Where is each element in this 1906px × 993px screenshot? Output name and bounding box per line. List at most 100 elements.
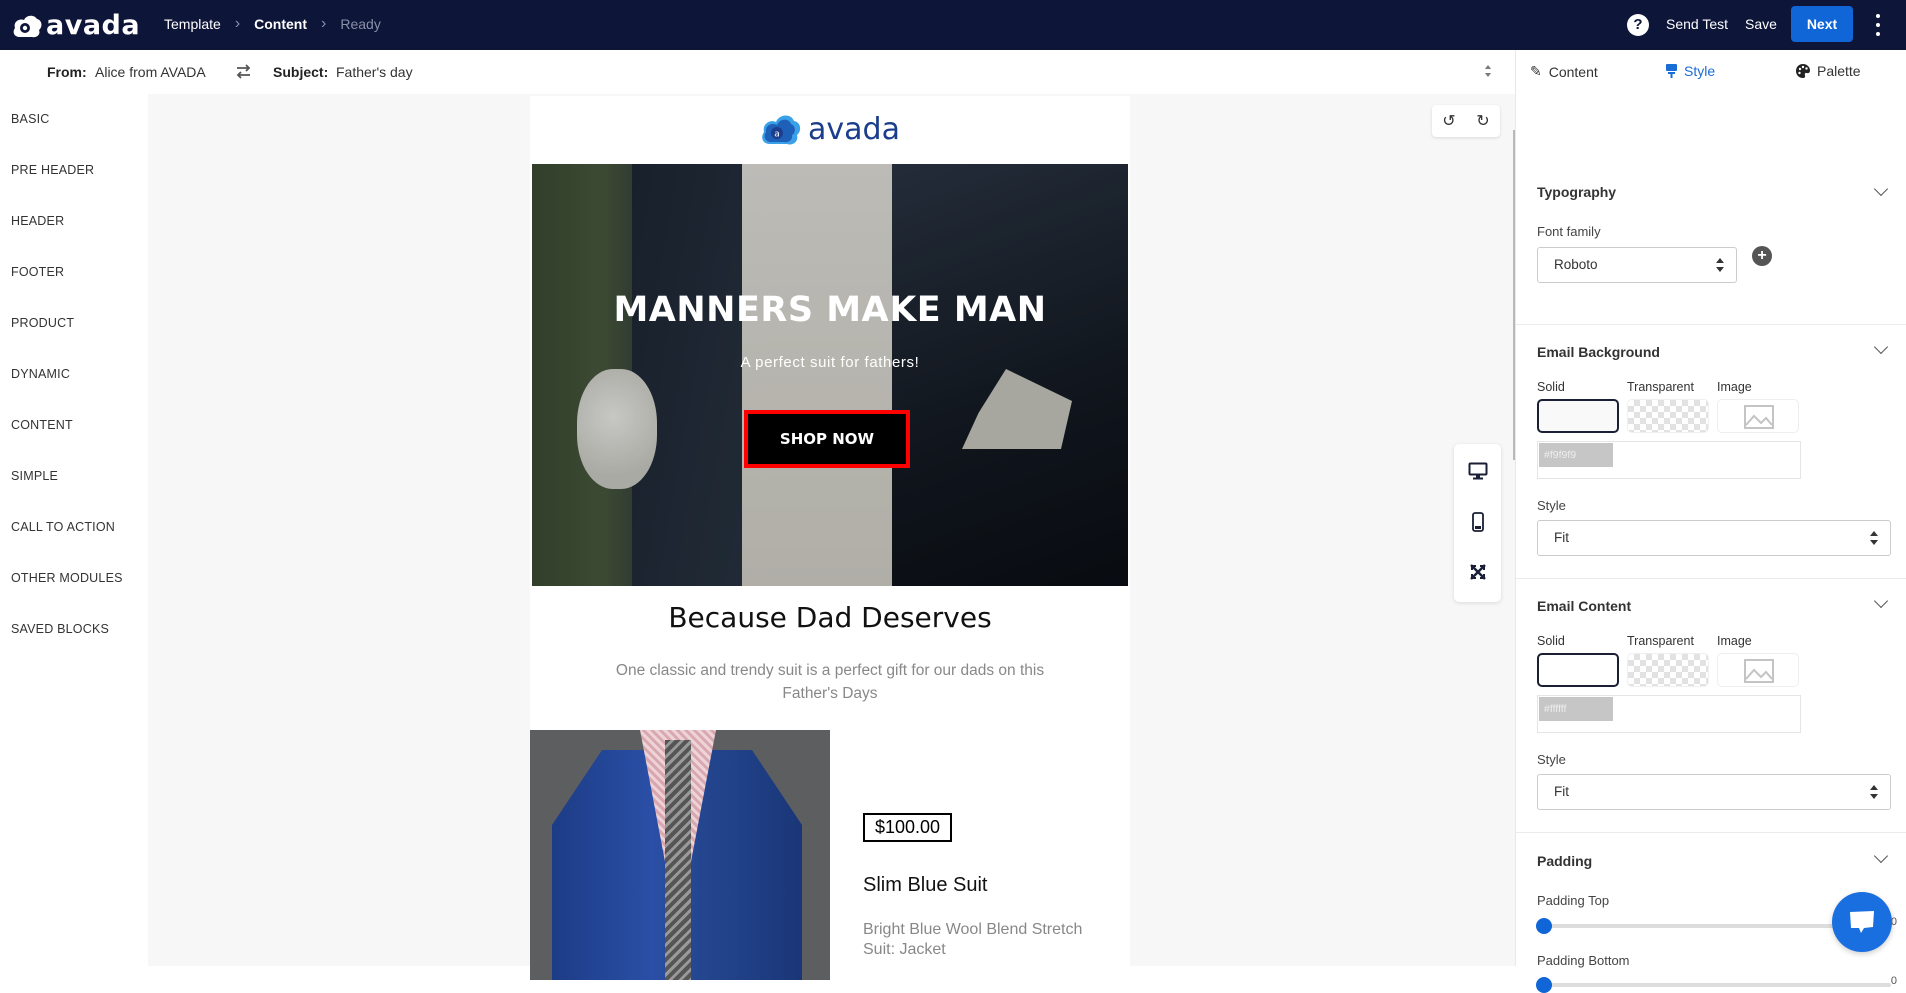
breadcrumb: Template › Content › Ready (164, 15, 381, 33)
chevron-down-icon[interactable] (1873, 339, 1889, 355)
section-title[interactable]: Because Dad Deserves (530, 601, 1130, 634)
email-content-section: Email Content Solid Transparent Image #f… (1516, 578, 1906, 832)
from-field[interactable]: Alice from AVADA (95, 64, 206, 80)
transparent-label: Transparent (1627, 634, 1694, 648)
background-style-select[interactable]: Fit (1537, 520, 1891, 556)
typography-title[interactable]: Typography (1537, 184, 1616, 200)
breadcrumb-content[interactable]: Content (254, 16, 307, 32)
sidebar-item-product[interactable]: PRODUCT (11, 316, 74, 330)
chevron-down-icon[interactable] (1873, 181, 1889, 197)
sidebar-item-footer[interactable]: FOOTER (11, 265, 64, 279)
sidebar-item-dynamic[interactable]: DYNAMIC (11, 367, 70, 381)
send-test-button[interactable]: Send Test (1666, 16, 1728, 32)
updown-icon (1870, 785, 1878, 799)
sidebar-item-content[interactable]: CONTENT (11, 418, 73, 432)
section-text[interactable]: One classic and trendy suit is a perfect… (590, 659, 1070, 705)
desktop-icon[interactable] (1454, 462, 1501, 485)
save-button[interactable]: Save (1745, 16, 1777, 32)
chevron-down-icon[interactable] (1873, 593, 1889, 609)
chat-bubble-icon (1850, 911, 1874, 933)
font-family-select[interactable]: Roboto (1537, 247, 1737, 283)
breadcrumb-template[interactable]: Template (164, 16, 221, 32)
email-logo-text: avada (808, 111, 900, 147)
sidebar-item-call-to-action[interactable]: CALL TO ACTION (11, 520, 115, 534)
background-style-value: Fit (1554, 530, 1569, 545)
product-image[interactable] (530, 730, 830, 980)
slider-handle[interactable] (1536, 977, 1552, 993)
style-panel: ✎ Content Style Palette Typography Font … (1515, 50, 1906, 993)
svg-text:a: a (774, 130, 780, 140)
slider-handle[interactable] (1536, 918, 1552, 934)
sidebar-item-simple[interactable]: SIMPLE (11, 469, 58, 483)
expand-toggle-icon[interactable] (1485, 65, 1493, 77)
pencil-icon: ✎ (1530, 63, 1542, 79)
sidebar-item-header[interactable]: HEADER (11, 214, 64, 228)
redo-icon[interactable]: ↻ (1476, 111, 1489, 131)
help-icon[interactable]: ? (1627, 14, 1649, 36)
email-content-title[interactable]: Email Content (1537, 598, 1631, 614)
swap-icon[interactable] (235, 63, 252, 80)
product-name[interactable]: Slim Blue Suit (863, 874, 988, 897)
background-color-input[interactable]: #f9f9f9 (1537, 441, 1801, 479)
more-options-icon[interactable] (1874, 14, 1882, 36)
image-swatch[interactable] (1717, 399, 1799, 433)
solid-swatch[interactable] (1537, 653, 1619, 687)
updown-icon (1716, 258, 1724, 272)
avada-cloud-icon: a (762, 115, 801, 145)
sidebar-item-basic[interactable]: BASIC (11, 112, 50, 126)
email-preview: a avada MANNERS MAKE MAN A perfect suit … (530, 96, 1130, 980)
hero-title: MANNERS MAKE MAN (613, 290, 1047, 330)
solid-label: Solid (1537, 634, 1565, 648)
font-family-value: Roboto (1554, 257, 1598, 272)
solid-swatch[interactable] (1537, 399, 1619, 433)
background-hex-value: #f9f9f9 (1539, 443, 1613, 467)
hero-banner[interactable]: MANNERS MAKE MAN A perfect suit for fath… (532, 164, 1128, 586)
paint-brush-icon (1666, 64, 1677, 78)
padding-title[interactable]: Padding (1537, 853, 1592, 869)
product-image-tie (665, 740, 691, 980)
product-description[interactable]: Bright Blue Wool Blend Stretch Suit: Jac… (863, 920, 1093, 960)
breadcrumb-ready[interactable]: Ready (340, 16, 380, 32)
font-family-label: Font family (1537, 224, 1601, 239)
tab-content-label: Content (1548, 63, 1598, 80)
sidebar-item-saved-blocks[interactable]: SAVED BLOCKS (11, 622, 109, 636)
content-style-label: Style (1537, 752, 1566, 767)
email-background-section: Email Background Solid Transparent Image… (1516, 324, 1906, 578)
subject-label: Subject: (273, 64, 329, 80)
sidebar-item-pre-header[interactable]: PRE HEADER (11, 163, 94, 177)
content-hex-value: #ffffff (1539, 697, 1613, 721)
updown-icon (1870, 531, 1878, 545)
content-style-select[interactable]: Fit (1537, 774, 1891, 810)
content-color-input[interactable]: #ffffff (1537, 695, 1801, 733)
chevron-down-icon[interactable] (1873, 848, 1889, 864)
padding-top-label: Padding Top (1537, 893, 1610, 908)
subject-field[interactable]: Father's day (336, 64, 413, 80)
image-icon (1744, 405, 1774, 429)
email-canvas: a avada MANNERS MAKE MAN A perfect suit … (148, 94, 1515, 980)
fullscreen-icon[interactable] (1454, 564, 1501, 585)
tab-style-label: Style (1684, 63, 1716, 79)
add-font-icon[interactable]: + (1752, 246, 1772, 266)
transparent-swatch[interactable] (1627, 653, 1709, 687)
email-logo-block[interactable]: a avada (530, 96, 1130, 162)
product-price[interactable]: $100.00 (863, 813, 953, 842)
chevron-right-icon: › (234, 15, 241, 32)
image-swatch[interactable] (1717, 653, 1799, 687)
chat-support-button[interactable] (1832, 892, 1892, 952)
tab-style[interactable]: Style (1666, 63, 1715, 79)
padding-bottom-slider[interactable]: 0 (1536, 975, 1897, 993)
mobile-icon[interactable] (1454, 512, 1501, 537)
undo-icon[interactable]: ↺ (1442, 111, 1455, 131)
transparent-swatch[interactable] (1627, 399, 1709, 433)
shop-now-button[interactable]: SHOP NOW (744, 410, 910, 468)
next-button[interactable]: Next (1791, 6, 1853, 42)
tab-palette[interactable]: Palette (1796, 63, 1861, 79)
history-controls: ↺ ↻ (1432, 105, 1500, 137)
typography-section: Typography Font family Roboto + (1516, 94, 1906, 324)
from-label: From: (47, 64, 87, 80)
email-background-title[interactable]: Email Background (1537, 344, 1660, 360)
app-logo[interactable]: avada (12, 10, 140, 41)
sidebar-item-other-modules[interactable]: OTHER MODULES (11, 571, 123, 585)
tab-content[interactable]: ✎ Content (1530, 63, 1598, 80)
transparent-label: Transparent (1627, 380, 1694, 394)
